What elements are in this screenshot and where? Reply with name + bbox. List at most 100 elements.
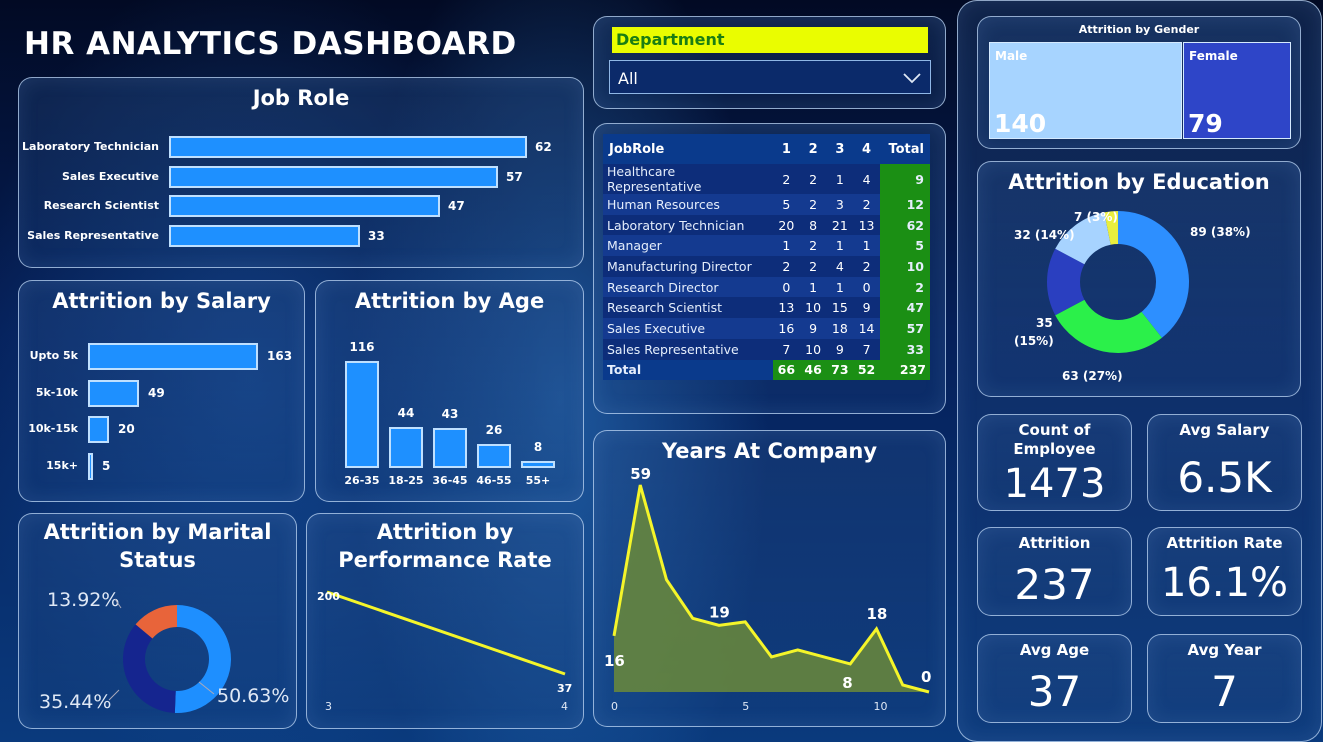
kpi-avg-age: Avg Age 37 (977, 634, 1132, 723)
table-row[interactable]: Manufacturing Director 2 2 4 2 10 (603, 256, 930, 277)
table-header-total: Total (879, 134, 930, 164)
marital-label-married: 50.63% (217, 685, 289, 707)
years-data-label: 18 (867, 605, 888, 623)
age-title: Attrition by Age (354, 289, 545, 313)
table-cell-value: 0 (853, 276, 880, 298)
education-donut: 89 (38%) 63 (27%) 35 (15%) 32 (14%) 7 (3… (1014, 210, 1251, 383)
job-role-bar[interactable] (169, 165, 498, 188)
table-row[interactable]: Sales Executive 16 9 18 14 57 (603, 318, 930, 339)
kpi-salary-value: 6.5K (1177, 453, 1272, 502)
salary-bar[interactable] (88, 343, 258, 370)
table-cell-jobrole: Sales Executive (603, 318, 773, 339)
table-cell-value: 1 (773, 235, 800, 257)
job-role-value: 57 (506, 169, 523, 184)
table-cell-value: 14 (853, 318, 880, 339)
table-cell-jobrole: Research Director (603, 276, 773, 298)
age-label: 46-55 (476, 474, 512, 487)
age-value: 44 (397, 406, 415, 420)
table-row[interactable]: Sales Representative 7 10 9 7 33 (603, 338, 930, 360)
job-role-bar[interactable] (169, 195, 440, 217)
table-cell-value: 9 (826, 338, 854, 360)
job-role-bar[interactable] (169, 136, 527, 158)
table-cell-total: 33 (879, 338, 930, 360)
kpi-attrition-rate: Attrition Rate 16.1% (1147, 527, 1302, 616)
table-cell-jobrole: Human Resources (603, 194, 773, 215)
table-header: JobRole 1 2 3 4 Total (603, 134, 930, 164)
years-data-label: 19 (709, 603, 730, 621)
salary-value: 163 (267, 349, 293, 363)
table-cell-value: 1 (826, 235, 854, 257)
kpi-attrition-value: 237 (1014, 560, 1095, 609)
performance-label-end: 37 (557, 682, 572, 695)
age-label: 18-25 (388, 474, 424, 487)
salary-value: 20 (118, 422, 135, 436)
education-panel: Attrition by Education 89 (38%) 63 (27%)… (977, 161, 1301, 397)
salary-bar[interactable] (88, 416, 109, 443)
marital-slice-1[interactable] (123, 624, 176, 713)
salary-label: Upto 5k (29, 349, 78, 362)
table-cell-value: 2 (799, 235, 827, 257)
years-panel: Years At Company 16 59 19 8 18 0 0 5 10 (593, 430, 946, 727)
age-bar[interactable] (477, 444, 511, 468)
gender-female-value: 79 (1188, 109, 1223, 138)
table-total-value: 52 (853, 359, 880, 381)
age-bar[interactable] (345, 361, 379, 468)
table-cell-value: 2 (773, 256, 800, 277)
table-cell-value: 5 (773, 194, 800, 215)
department-dropdown[interactable]: All (609, 60, 931, 94)
years-xtick: 10 (874, 700, 888, 713)
table-header-3: 3 (826, 134, 854, 164)
department-selected: All (618, 69, 638, 88)
salary-bar[interactable] (88, 379, 139, 407)
kpi-age-value: 37 (1027, 667, 1082, 716)
job-role-value: 33 (368, 228, 385, 243)
kpi-salary-title: Avg Salary (1179, 421, 1270, 439)
table-row[interactable]: Human Resources 5 2 3 2 12 (603, 194, 930, 215)
table-row[interactable]: Healthcare Representative 2 2 1 4 9 (603, 164, 930, 194)
table-cell-value: 2 (853, 194, 880, 215)
gender-male-label: Male (995, 49, 1028, 63)
table-row[interactable]: Research Director 0 1 1 0 2 (603, 276, 930, 298)
age-bar[interactable] (521, 461, 555, 468)
table-cell-value: 13 (853, 214, 880, 236)
table-cell-value: 2 (799, 194, 827, 215)
salary-panel: Attrition by Salary Upto 5k 163 5k-10k 49 10… (18, 280, 305, 502)
age-panel: Attrition by Age 116 26-35 44 18-25 43 36-45 2… (315, 280, 584, 502)
table-cell-value: 8 (799, 214, 827, 236)
table-cell-value: 3 (826, 194, 854, 215)
table-cell-total: 5 (879, 235, 930, 257)
table-row[interactable]: Manager 1 2 1 1 5 (603, 235, 930, 257)
age-value: 26 (485, 423, 503, 437)
department-slicer-panel: Department All (593, 16, 946, 109)
gender-female-block[interactable]: Female 79 (1183, 42, 1291, 139)
dashboard-title: HR ANALYTICS DASHBOARD (24, 26, 517, 62)
kpi-avg-salary: Avg Salary 6.5K (1147, 414, 1302, 511)
table-row[interactable]: Research Scientist 13 10 15 9 47 (603, 297, 930, 319)
table-cell-value: 15 (826, 297, 854, 319)
gender-male-block[interactable]: Male 140 (989, 42, 1182, 139)
job-role-label: Laboratory Technician (22, 140, 159, 153)
job-role-bar[interactable] (169, 224, 360, 247)
age-label: 26-35 (344, 474, 380, 487)
table-cell-total: 9 (879, 164, 930, 194)
table-cell-total: 10 (879, 256, 930, 277)
table-cell-value: 2 (799, 164, 827, 194)
education-label-3: (15%) (1014, 334, 1054, 348)
table-cell-value: 7 (773, 338, 800, 360)
table-cell-value: 2 (853, 256, 880, 277)
table-total-value: 237 (879, 359, 930, 381)
gender-title: Attrition by Gender (1078, 23, 1200, 36)
years-xtick: 5 (742, 700, 749, 713)
age-bar[interactable] (433, 428, 467, 468)
kpi-age-title: Avg Age (1019, 641, 1090, 659)
table-cell-jobrole: Laboratory Technician (603, 214, 773, 236)
table-cell-total: 2 (879, 276, 930, 298)
table-row[interactable]: Laboratory Technician 20 8 21 13 62 (603, 214, 930, 236)
age-bar[interactable] (389, 427, 423, 468)
education-slice-1[interactable] (1055, 299, 1162, 353)
salary-bar[interactable] (88, 452, 93, 480)
table-cell-value: 7 (853, 338, 880, 360)
kpi-attrition-title: Attrition (1018, 534, 1091, 552)
salary-value: 5 (102, 458, 111, 473)
table-cell-value: 1 (799, 276, 827, 298)
